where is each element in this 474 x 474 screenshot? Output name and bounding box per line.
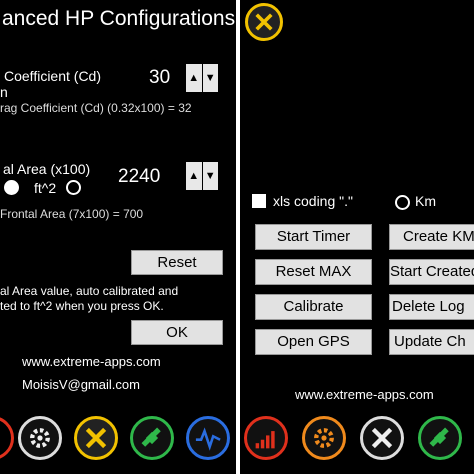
info-text-line2: ted to ft^2 when you press OK. [0,299,164,313]
drag-coefficient-hint: rag Coefficient (Cd) (0.32x100) = 32 [0,101,192,115]
ok-button[interactable]: OK [131,320,223,345]
xls-coding-label: xls coding "." [273,193,353,209]
page-title: anced HP Configurations [2,7,236,30]
info-text-line1: al Area value, auto calibrated and [0,284,179,298]
delete-log-button[interactable]: Delete Log [389,294,474,320]
frontal-area-hint: Frontal Area (7x100) = 700 [0,207,144,221]
gear-icon[interactable] [302,416,346,460]
frontal-area-label: al Area (x100) [3,161,91,177]
satellite-icon[interactable] [130,416,174,460]
reset-button[interactable]: Reset [131,250,223,275]
drag-coefficient-value[interactable]: 30 [149,67,170,89]
start-created-button[interactable]: Start Created [389,259,474,285]
stepper-down-icon[interactable]: ▼ [202,162,218,190]
gear-icon[interactable] [18,416,62,460]
tools-icon[interactable] [74,416,118,460]
tools-icon[interactable] [245,3,283,41]
open-gps-button[interactable]: Open GPS [255,329,372,355]
partial-red-icon[interactable] [0,416,14,460]
radio-ft2[interactable] [66,180,81,195]
ft2-unit-label: ft^2 [34,180,57,196]
reset-max-button[interactable]: Reset MAX [255,259,372,285]
satellite-icon[interactable] [418,416,462,460]
website-link[interactable]: www.extreme-apps.com [295,387,434,402]
left-config-panel: anced HP Configurations Coefficient (Cd)… [0,0,236,474]
frontal-area-stepper[interactable]: ▲ ▼ [186,162,218,190]
start-timer-button[interactable]: Start Timer [255,224,372,250]
update-ch-button[interactable]: Update Ch [389,329,474,355]
drag-coefficient-stepper[interactable]: ▲ ▼ [186,64,218,92]
drag-coefficient-label-continued: n [0,84,8,100]
km-radio[interactable] [395,195,410,210]
stepper-down-icon[interactable]: ▼ [202,64,218,92]
calibrate-button[interactable]: Calibrate [255,294,372,320]
right-main-panel: xls coding "." Km Start Timer Create KM … [240,0,474,474]
drag-coefficient-label: Coefficient (Cd) [4,68,102,84]
tools-icon[interactable] [360,416,404,460]
stepper-up-icon[interactable]: ▲ [186,162,202,190]
email-link[interactable]: MoisisV@gmail.com [22,377,140,392]
website-link[interactable]: www.extreme-apps.com [22,354,161,369]
km-label: Km [415,193,436,209]
xls-coding-checkbox[interactable] [252,194,266,208]
waveform-icon[interactable] [186,416,230,460]
frontal-area-value[interactable]: 2240 [118,166,160,188]
create-kml-button[interactable]: Create KM [389,224,474,250]
radio-m2[interactable] [4,180,19,195]
stepper-up-icon[interactable]: ▲ [186,64,202,92]
signal-bars-icon[interactable] [244,416,288,460]
